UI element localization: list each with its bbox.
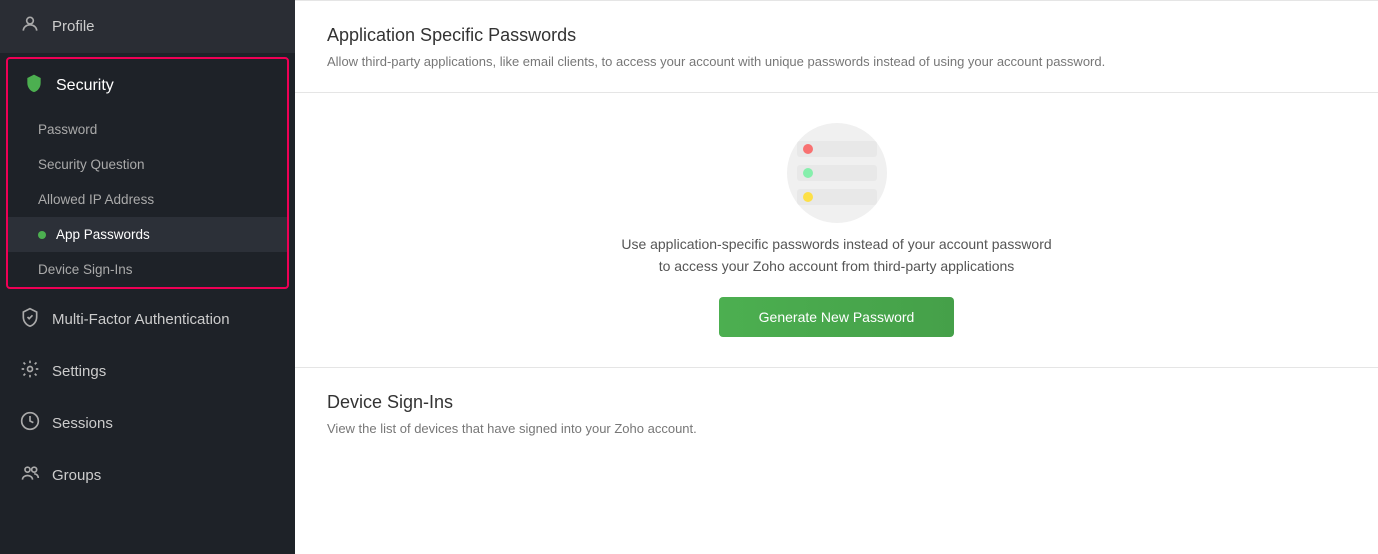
device-signins-section: Device Sign-Ins View the list of devices… (295, 368, 1378, 459)
illus-line2 (797, 189, 877, 205)
sidebar-mfa-label: Multi-Factor Authentication (52, 311, 230, 328)
sessions-icon (20, 411, 40, 435)
main-content: Application Specific Passwords Allow thi… (295, 0, 1378, 554)
sidebar-sessions-label: Sessions (52, 415, 113, 432)
visual-text-line2: to access your Zoho account from third-p… (659, 258, 1015, 274)
generate-new-password-button[interactable]: Generate New Password (719, 297, 955, 337)
illus-line1 (797, 165, 877, 181)
groups-icon (20, 463, 40, 487)
sidebar-item-profile[interactable]: Profile (0, 0, 295, 53)
app-passwords-title: Application Specific Passwords (327, 25, 1346, 46)
sidebar-app-passwords-label: App Passwords (56, 227, 150, 242)
sidebar: Profile Security Password Security Quest… (0, 0, 295, 554)
sidebar-item-settings[interactable]: Settings (0, 345, 295, 397)
sidebar-item-groups[interactable]: Groups (0, 449, 295, 501)
shield-icon (24, 73, 44, 98)
sidebar-groups-label: Groups (52, 467, 101, 484)
sidebar-device-signins-label: Device Sign-Ins (38, 262, 133, 277)
app-passwords-illustration (782, 123, 892, 213)
settings-icon (20, 359, 40, 383)
app-passwords-header: Application Specific Passwords Allow thi… (295, 1, 1378, 92)
sidebar-item-password[interactable]: Password (8, 112, 287, 147)
sidebar-item-security[interactable]: Security (8, 59, 287, 112)
sidebar-allowed-ip-label: Allowed IP Address (38, 192, 154, 207)
visual-text-line1: Use application-specific passwords inste… (621, 236, 1051, 252)
sidebar-item-security-question[interactable]: Security Question (8, 147, 287, 182)
app-passwords-description: Allow third-party applications, like ema… (327, 52, 1346, 72)
sidebar-item-allowed-ip[interactable]: Allowed IP Address (8, 182, 287, 217)
active-dot-icon (38, 231, 46, 239)
sidebar-item-mfa[interactable]: Multi-Factor Authentication (0, 293, 295, 345)
sidebar-security-label: Security (56, 77, 114, 95)
sidebar-password-label: Password (38, 122, 97, 137)
device-signins-title: Device Sign-Ins (327, 392, 1346, 413)
sidebar-section-security: Security Password Security Question Allo… (6, 57, 289, 289)
sidebar-security-question-label: Security Question (38, 157, 145, 172)
sidebar-item-device-signins[interactable]: Device Sign-Ins (8, 252, 287, 287)
sidebar-settings-label: Settings (52, 363, 106, 380)
illus-card (797, 141, 877, 157)
app-passwords-visual: Use application-specific passwords inste… (295, 93, 1378, 369)
sidebar-item-sessions[interactable]: Sessions (0, 397, 295, 449)
mfa-icon (20, 307, 40, 331)
visual-text: Use application-specific passwords inste… (621, 233, 1051, 278)
device-signins-description: View the list of devices that have signe… (327, 419, 1346, 439)
sidebar-item-app-passwords[interactable]: App Passwords (8, 217, 287, 252)
sidebar-profile-label: Profile (52, 18, 95, 35)
profile-icon (20, 14, 40, 38)
